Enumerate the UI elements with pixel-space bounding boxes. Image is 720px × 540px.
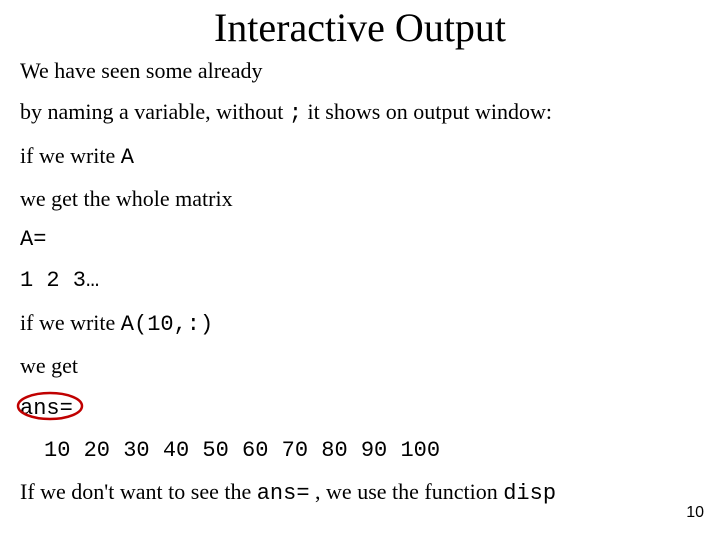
slide-body: We have seen some already by naming a va… (20, 58, 700, 522)
slide: Interactive Output We have seen some alr… (0, 0, 720, 540)
slide-title: Interactive Output (0, 4, 720, 51)
code-span: disp (503, 481, 556, 506)
page-number: 10 (686, 504, 704, 522)
text-line: we get the whole matrix (20, 186, 700, 211)
text-line: We have seen some already (20, 58, 700, 83)
text-line: if we write A (20, 143, 700, 170)
code-span: ; (289, 101, 302, 126)
code-span: A(10,:) (121, 312, 213, 337)
circled-text: ans= (20, 394, 73, 421)
text-span: If we don't want to see the (20, 479, 257, 504)
text-span: by naming a variable, without (20, 99, 289, 124)
text-span: if we write (20, 310, 121, 335)
text-line: if we write A(10,:) (20, 310, 700, 337)
text-span: , we use the function (310, 479, 504, 504)
highlighted-line: ans= (20, 394, 700, 421)
code-output-line: 10 20 30 40 50 60 70 80 90 100 (20, 438, 700, 463)
code-span: A (121, 145, 134, 170)
code-line: A= (20, 227, 700, 252)
code-span: ans= (20, 396, 73, 421)
text-span: it shows on output window: (302, 99, 552, 124)
code-line: 1 2 3… (20, 268, 700, 293)
code-span: ans= (257, 481, 310, 506)
text-line: If we don't want to see the ans= , we us… (20, 479, 700, 506)
text-line: we get (20, 353, 700, 378)
text-line: by naming a variable, without ; it shows… (20, 99, 700, 126)
text-span: if we write (20, 143, 121, 168)
